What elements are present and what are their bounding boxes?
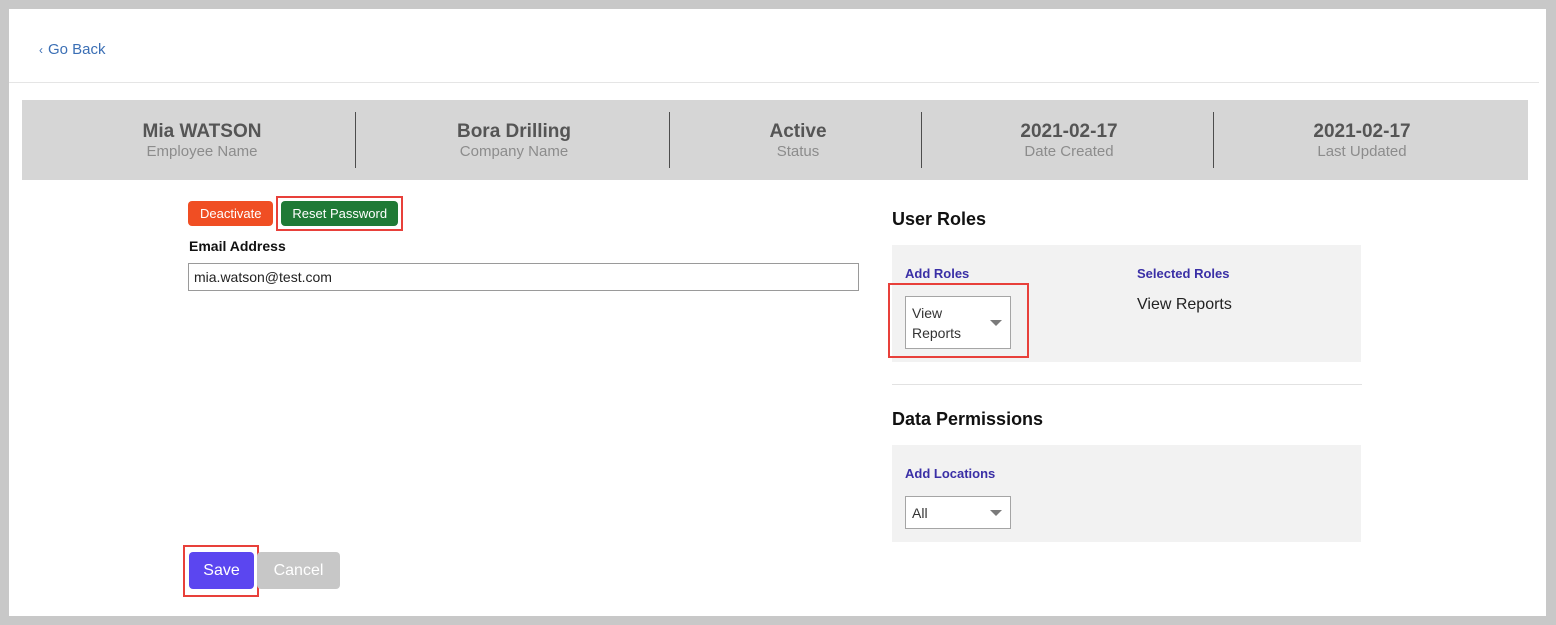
status-cell: Active Status <box>698 100 898 180</box>
date-created-value: 2021-02-17 <box>1020 120 1118 142</box>
user-roles-panel: Add Roles View Reports Selected Roles Vi… <box>888 245 1361 362</box>
email-input[interactable]: mia.watson@test.com <box>188 263 859 291</box>
add-roles-select[interactable]: View Reports <box>905 296 1011 349</box>
email-label: Email Address <box>189 238 286 254</box>
selected-roles-label: Selected Roles <box>1137 266 1230 281</box>
company-name-value: Bora Drilling <box>456 120 571 142</box>
save-button[interactable]: Save <box>189 552 254 589</box>
chevron-down-icon <box>990 319 1002 326</box>
last-updated-cell: 2021-02-17 Last Updated <box>1262 100 1462 180</box>
user-detail-page: ‹ Go Back Mia WATSON Employee Name Bora … <box>9 9 1546 616</box>
info-separator <box>355 112 356 168</box>
go-back-link[interactable]: ‹ Go Back <box>39 41 106 58</box>
employee-name-cell: Mia WATSON Employee Name <box>82 100 322 180</box>
section-divider <box>892 384 1362 385</box>
date-created-label: Date Created <box>1024 142 1114 160</box>
chevron-left-icon: ‹ <box>39 42 43 57</box>
info-separator <box>669 112 670 168</box>
add-locations-selected-value: All <box>912 505 928 521</box>
employee-name-value: Mia WATSON <box>142 120 262 142</box>
add-roles-selected-value: View Reports <box>912 305 962 341</box>
deactivate-button[interactable]: Deactivate <box>188 201 274 226</box>
add-locations-label: Add Locations <box>905 466 996 481</box>
selected-role-item: View Reports <box>1137 296 1232 313</box>
last-updated-value: 2021-02-17 <box>1313 120 1411 142</box>
reset-password-button[interactable]: Reset Password <box>281 201 399 226</box>
chevron-down-icon <box>990 509 1002 516</box>
status-label: Status <box>776 142 820 160</box>
account-actions: Deactivate Reset Password <box>188 196 404 231</box>
add-locations-select[interactable]: All <box>905 496 1011 529</box>
data-permissions-title: Data Permissions <box>892 409 1044 429</box>
info-separator <box>921 112 922 168</box>
company-name-cell: Bora Drilling Company Name <box>394 100 634 180</box>
date-created-cell: 2021-02-17 Date Created <box>969 100 1169 180</box>
header-divider <box>9 82 1539 83</box>
company-name-label: Company Name <box>459 142 569 160</box>
cancel-button[interactable]: Cancel <box>257 552 340 589</box>
add-roles-label: Add Roles <box>905 266 970 281</box>
user-roles-title: User Roles <box>892 209 987 229</box>
go-back-label: Go Back <box>48 41 106 58</box>
data-permissions-panel: Add Locations All <box>892 445 1361 542</box>
employee-info-bar: Mia WATSON Employee Name Bora Drilling C… <box>22 100 1528 180</box>
last-updated-label: Last Updated <box>1317 142 1407 160</box>
employee-name-label: Employee Name <box>146 142 258 160</box>
reset-password-highlight: Reset Password <box>276 196 404 231</box>
info-separator <box>1213 112 1214 168</box>
status-value: Active <box>769 120 827 142</box>
